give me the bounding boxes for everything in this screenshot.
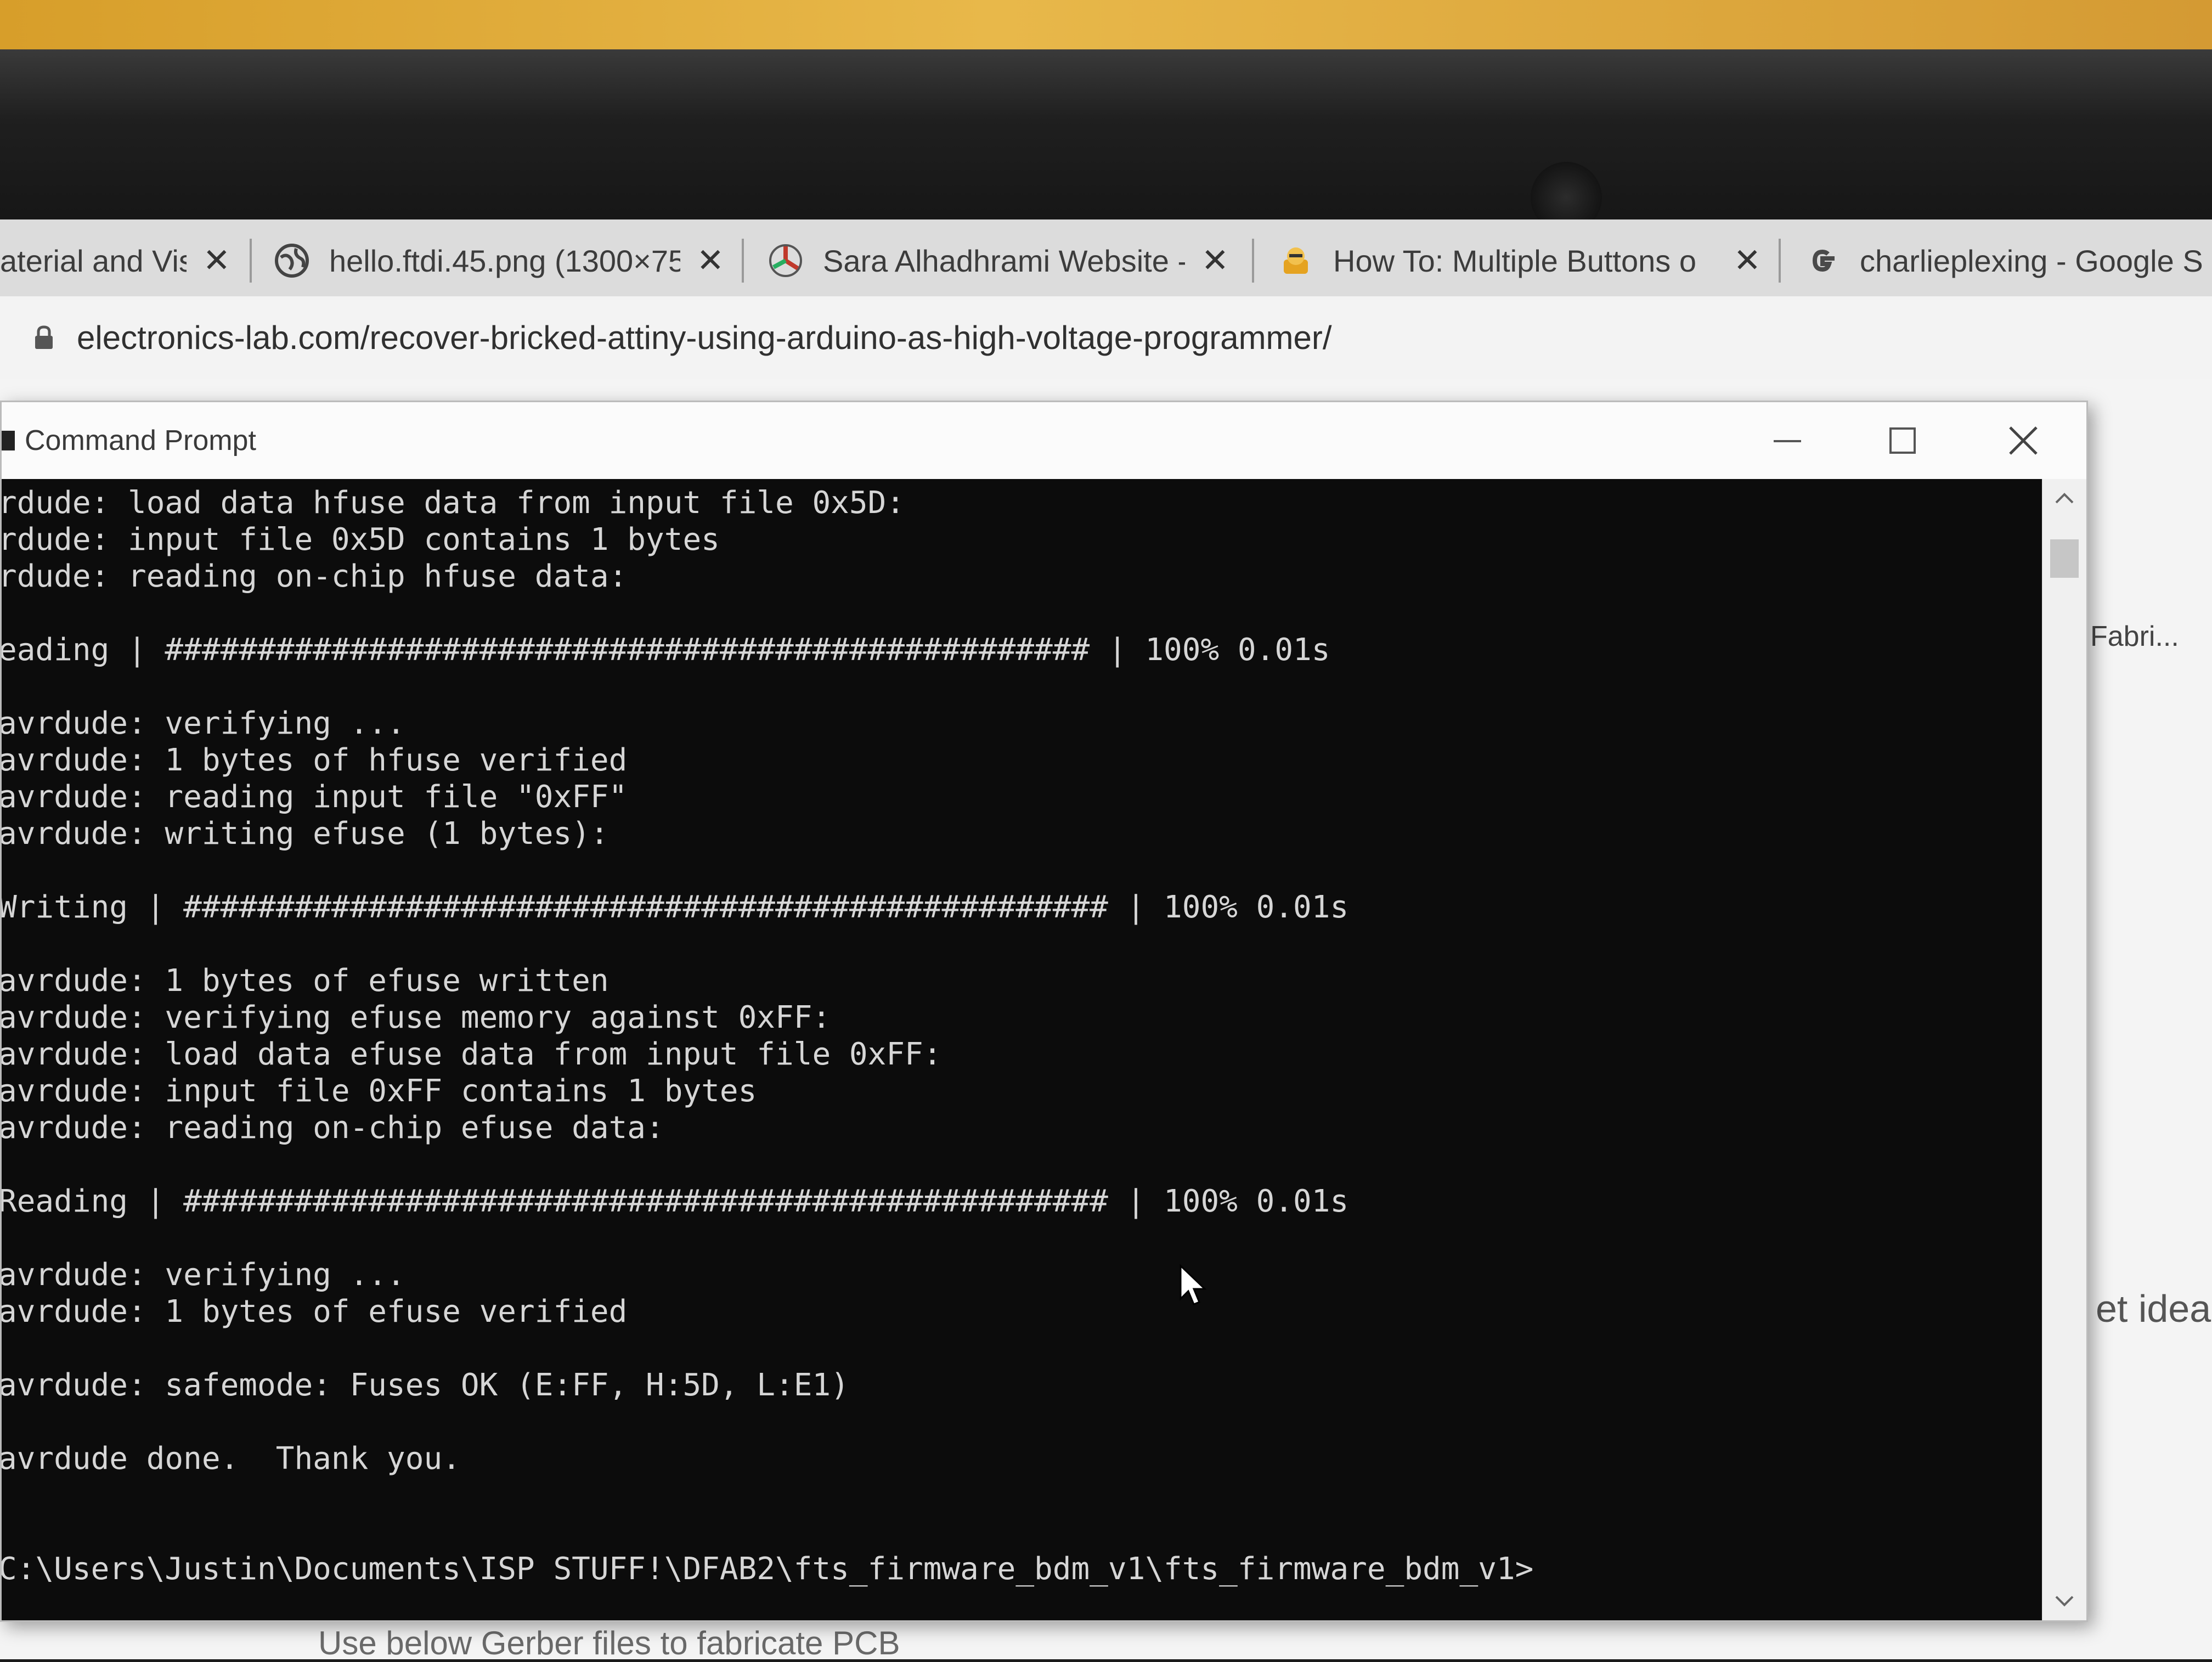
console-line: avrdude: verifying ... — [2, 706, 405, 741]
tab-hello-ftdi[interactable]: hello.ftdi.45.png (1300×750 ✕ — [274, 230, 724, 291]
maximize-button[interactable] — [1861, 413, 1944, 468]
console-line: avrdude: safemode: Fuses OK (E:FF, H:5D,… — [2, 1367, 849, 1403]
tab-title: Sara Alhadhrami Website - — [823, 243, 1185, 278]
console-line: avrdude: 1 bytes of efuse verified — [2, 1294, 628, 1329]
tab-title: How To: Multiple Buttons o — [1333, 243, 1696, 278]
cmd-title: Command Prompt — [25, 425, 256, 457]
console-line: avrdude: writing efuse (1 bytes): — [2, 816, 609, 852]
minimize-icon — [1774, 440, 1801, 442]
console-line: avrdude: 1 bytes of efuse written — [2, 963, 609, 999]
console-line: rdude: input file 0x5D contains 1 bytes — [2, 522, 720, 557]
lock-icon — [35, 325, 53, 349]
instructables-icon — [1284, 247, 1308, 274]
tab-separator — [1779, 239, 1781, 283]
url-text: electronics-lab.com/recover-bricked-atti… — [77, 319, 1332, 356]
tab-separator — [742, 239, 744, 283]
tab-material[interactable]: aterial and Visu ✕ — [0, 230, 230, 291]
tab-multiple-buttons[interactable]: How To: Multiple Buttons o ✕ — [1278, 230, 1761, 291]
mouse-cursor-icon — [1180, 1264, 1207, 1305]
chevron-down-icon — [2055, 1596, 2074, 1607]
page-side-link[interactable]: Fabri... — [2090, 620, 2179, 653]
console-output[interactable]: rdude: load data hfuse data from input f… — [2, 479, 2042, 1620]
console-line: rdude: reading on-chip hfuse data: — [2, 559, 628, 594]
tab-separator — [1252, 239, 1254, 283]
console-line: avrdude: input file 0xFF contains 1 byte… — [2, 1073, 757, 1109]
chevron-up-icon — [2055, 493, 2074, 504]
page-body-text: Use below Gerber files to fabricate PCB — [318, 1625, 900, 1661]
maximize-icon — [1889, 427, 1916, 454]
console-line: avrdude: load data efuse data from input… — [2, 1036, 942, 1072]
vertical-scrollbar[interactable] — [2042, 479, 2086, 1620]
console-line: avrdude: reading on-chip efuse data: — [2, 1110, 664, 1146]
close-button[interactable] — [1982, 413, 2064, 468]
tab-title: charlieplexing - Google S — [1860, 243, 2203, 278]
console-text: rdude: load data hfuse data from input f… — [2, 484, 1533, 1587]
console-line: Writing | ##############################… — [2, 889, 1349, 925]
console-line: avrdude: 1 bytes of hfuse verified — [2, 742, 628, 778]
tab-title: aterial and Visu — [0, 243, 187, 278]
desk-background — [0, 0, 2212, 49]
google-icon — [1812, 249, 1835, 272]
close-icon[interactable]: ✕ — [203, 241, 230, 280]
close-icon[interactable]: ✕ — [1734, 241, 1761, 280]
cmd-icon — [2, 431, 15, 450]
globe-icon — [275, 244, 309, 278]
site-icon — [769, 244, 802, 277]
minimize-button[interactable] — [1746, 413, 1829, 468]
console-line: rdude: load data hfuse data from input f… — [2, 485, 905, 521]
address-bar[interactable]: electronics-lab.com/recover-bricked-atti… — [0, 296, 2212, 379]
scroll-down-button[interactable] — [2042, 1582, 2086, 1620]
cmd-titlebar[interactable]: Command Prompt — [2, 402, 2086, 479]
tab-separator — [250, 239, 252, 283]
console-line: avrdude: verifying efuse memory against … — [2, 1000, 831, 1035]
console-line: C:\Users\Justin\Documents\ISP STUFF!\DFA… — [2, 1551, 1534, 1587]
tab-charlieplexing[interactable]: charlieplexing - Google S — [1805, 230, 2212, 291]
close-icon[interactable]: ✕ — [697, 241, 724, 280]
page-side-text: et idea — [2096, 1287, 2211, 1330]
console-line: avrdude: reading input file "0xFF" — [2, 779, 628, 815]
close-icon[interactable]: ✕ — [1201, 241, 1229, 280]
scroll-thumb[interactable] — [2050, 539, 2079, 578]
monitor-bezel — [0, 49, 2212, 233]
scroll-up-button[interactable] — [2042, 479, 2086, 517]
command-prompt-window[interactable]: Command Prompt rdude: load data hfuse da… — [0, 401, 2088, 1622]
tab-sara-website[interactable]: Sara Alhadhrami Website - ✕ — [768, 230, 1229, 291]
console-line: eading | ###############################… — [2, 632, 1330, 668]
console-line: avrdude: verifying ... — [2, 1257, 405, 1293]
console-line: avrdude done. Thank you. — [2, 1441, 461, 1477]
console-line: Reading | ##############################… — [2, 1184, 1349, 1219]
tab-title: hello.ftdi.45.png (1300×750 — [329, 243, 680, 278]
tab-strip: aterial and Visu ✕ hello.ftdi.45.png (13… — [0, 219, 2212, 296]
close-icon — [2009, 426, 2038, 455]
